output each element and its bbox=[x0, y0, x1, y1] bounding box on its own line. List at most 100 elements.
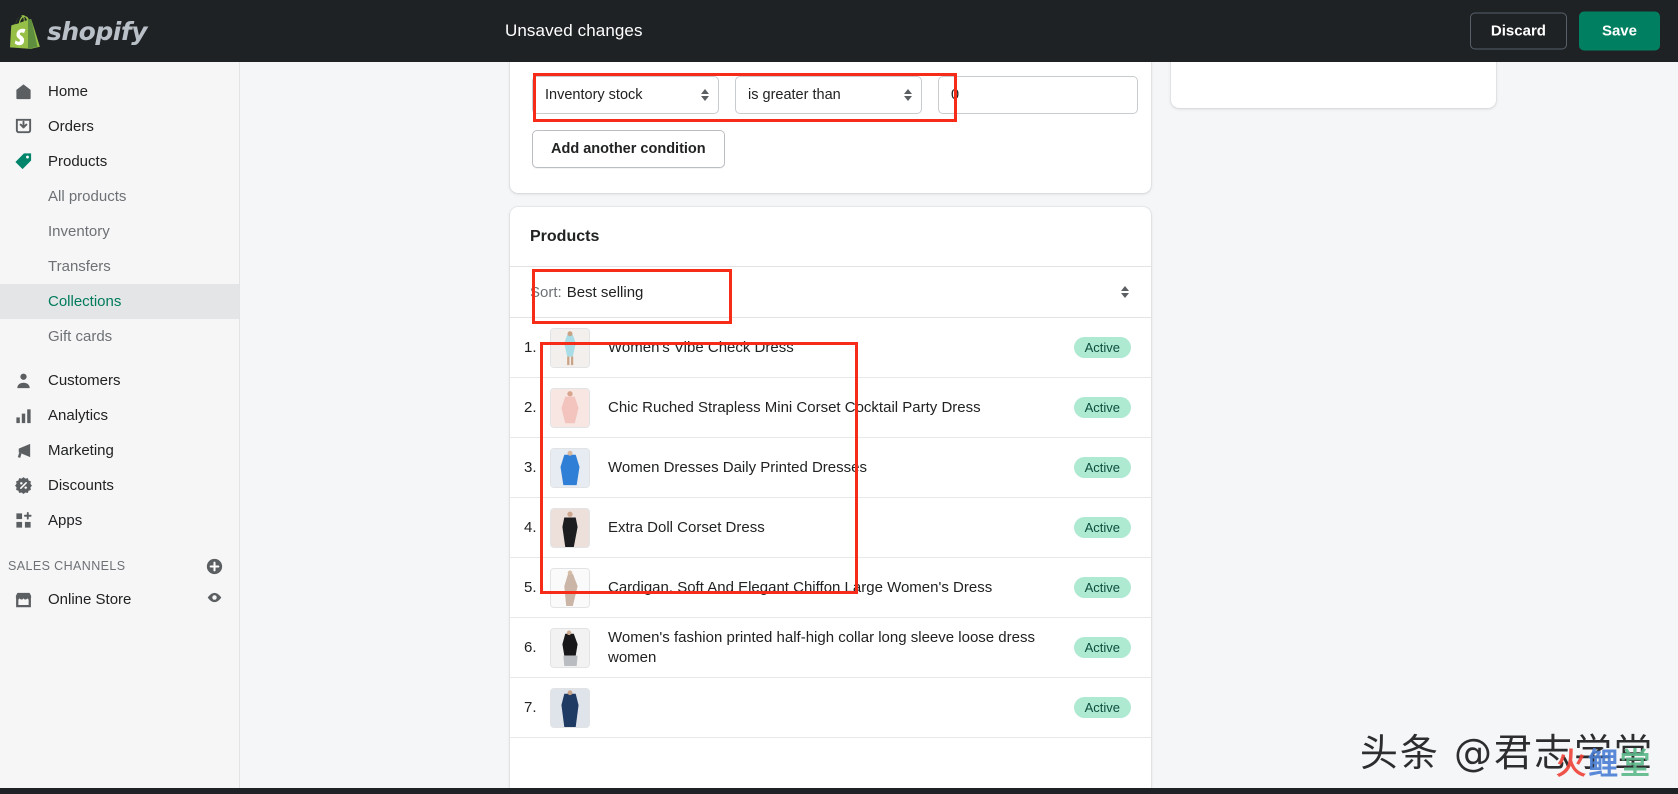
product-name: Cardigan, Soft And Elegant Chiffon Large… bbox=[608, 578, 993, 596]
chevron-updown-icon bbox=[1121, 286, 1129, 298]
table-row[interactable]: 3. Women Dresses Daily Printed Dresses A… bbox=[510, 438, 1151, 498]
sidebar-item-discounts[interactable]: Discounts bbox=[0, 468, 239, 503]
sidebar-item-transfers[interactable]: Transfers bbox=[0, 249, 239, 284]
bottom-strip bbox=[0, 788, 1678, 794]
row-index: 3. bbox=[524, 459, 537, 476]
table-row[interactable]: 1. Women's Vibe Check Dress Active bbox=[510, 318, 1151, 378]
discard-button[interactable]: Discard bbox=[1469, 12, 1567, 50]
sidebar-navigation: Home Orders Products All products Invent… bbox=[0, 62, 240, 794]
condition-amount-value: 0 bbox=[951, 87, 960, 103]
add-another-condition-button[interactable]: Add another condition bbox=[532, 130, 725, 168]
status-badge: Active bbox=[1073, 517, 1131, 538]
product-name: Chic Ruched Strapless Mini Corset Cockta… bbox=[608, 398, 981, 416]
sort-label: Sort: bbox=[530, 283, 562, 301]
sort-select[interactable]: Sort: Best selling bbox=[510, 266, 1151, 318]
chevron-updown-icon bbox=[904, 89, 912, 101]
top-bar: shopify Unsaved changes Discard Save bbox=[0, 0, 1678, 62]
sidebar-subitem-label: Collections bbox=[48, 293, 122, 310]
black-white-dress-thumb bbox=[550, 627, 590, 668]
sidebar-item-orders[interactable]: Orders bbox=[0, 109, 239, 144]
table-row[interactable]: 6. Women's fashion printed half-high col… bbox=[510, 618, 1151, 678]
table-row[interactable]: 7. Active bbox=[510, 678, 1151, 738]
condition-field-value: Inventory stock bbox=[545, 87, 643, 103]
main-content-area: Inventory stock is greater than 0 Add an… bbox=[241, 62, 1678, 794]
status-badge: Active bbox=[1073, 397, 1131, 418]
sidebar-item-apps[interactable]: Apps bbox=[0, 503, 239, 538]
apps-grid-icon bbox=[12, 510, 34, 532]
navy-dress-thumb bbox=[550, 687, 590, 728]
discount-badge-icon bbox=[12, 475, 34, 497]
row-index: 6. bbox=[524, 639, 537, 656]
status-badge: Active bbox=[1073, 457, 1131, 478]
row-index: 1. bbox=[524, 339, 537, 356]
sidebar-subitem-label: All products bbox=[48, 188, 127, 205]
sidebar-subitem-label: Gift cards bbox=[48, 328, 113, 345]
save-button[interactable]: Save bbox=[1578, 11, 1660, 51]
plus-circle-icon[interactable] bbox=[206, 558, 223, 575]
sidebar-item-label: Home bbox=[48, 83, 89, 100]
conditions-card: Inventory stock is greater than 0 Add an… bbox=[510, 62, 1151, 193]
sidebar-item-label: Marketing bbox=[48, 442, 114, 459]
products-card: Products Sort: Best selling 1. Women's V… bbox=[510, 207, 1151, 794]
status-badge: Active bbox=[1073, 577, 1131, 598]
product-name: Women's Vibe Check Dress bbox=[608, 338, 794, 356]
orders-icon bbox=[12, 116, 34, 138]
sidebar-item-label: Orders bbox=[48, 118, 94, 135]
megaphone-icon bbox=[12, 440, 34, 462]
topbar-actions: Discard Save bbox=[1469, 11, 1660, 51]
sidebar-item-label: Analytics bbox=[48, 407, 109, 424]
row-index: 5. bbox=[524, 579, 537, 596]
sidebar-item-home[interactable]: Home bbox=[0, 74, 239, 109]
home-icon bbox=[12, 81, 34, 103]
sidebar-channel-label: Online Store bbox=[48, 591, 132, 608]
shopify-bag-icon bbox=[10, 14, 40, 49]
status-badge: Active bbox=[1073, 337, 1131, 358]
table-row[interactable]: 4. Extra Doll Corset Dress Active bbox=[510, 498, 1151, 558]
products-tag-icon bbox=[12, 151, 34, 173]
blue-printed-dress-thumb bbox=[550, 447, 590, 488]
shopify-logo[interactable]: shopify bbox=[0, 14, 148, 49]
chevron-updown-icon bbox=[701, 89, 709, 101]
page-title: Products bbox=[530, 228, 600, 245]
light-blue-dress-thumb bbox=[550, 327, 590, 368]
sidebar-item-analytics[interactable]: Analytics bbox=[0, 398, 239, 433]
sidebar-item-inventory[interactable]: Inventory bbox=[0, 214, 239, 249]
product-name: Women Dresses Daily Printed Dresses bbox=[608, 458, 867, 476]
sales-channels-header: SALES CHANNELS bbox=[0, 550, 239, 582]
sidebar-item-collections[interactable]: Collections bbox=[0, 284, 239, 319]
table-row[interactable]: 2. Chic Ruched Strapless Mini Corset Coc… bbox=[510, 378, 1151, 438]
condition-field-select[interactable]: Inventory stock bbox=[532, 76, 719, 114]
table-row[interactable]: 5. Cardigan, Soft And Elegant Chiffon La… bbox=[510, 558, 1151, 618]
sidebar-item-marketing[interactable]: Marketing bbox=[0, 433, 239, 468]
unsaved-changes-title: Unsaved changes bbox=[505, 21, 643, 40]
black-corset-dress-thumb bbox=[550, 507, 590, 548]
row-index: 4. bbox=[524, 519, 537, 536]
sidebar-item-label: Apps bbox=[48, 512, 83, 529]
condition-operator-select[interactable]: is greater than bbox=[735, 76, 922, 114]
storefront-icon bbox=[12, 589, 34, 611]
shopify-wordmark: shopify bbox=[47, 16, 148, 46]
sidebar-item-gift-cards[interactable]: Gift cards bbox=[0, 319, 239, 354]
beige-cardigan-thumb bbox=[550, 567, 590, 608]
condition-amount-input[interactable]: 0 bbox=[938, 76, 1138, 114]
sidebar-subitem-label: Transfers bbox=[48, 258, 111, 275]
sidebar-subitem-label: Inventory bbox=[48, 223, 110, 240]
sidebar-item-label: Products bbox=[48, 153, 108, 170]
sidebar-item-online-store[interactable]: Online Store bbox=[0, 582, 239, 617]
sidebar-item-products[interactable]: Products bbox=[0, 144, 239, 179]
sort-value: Best selling bbox=[566, 283, 644, 301]
sidebar-item-label: Customers bbox=[48, 372, 121, 389]
sales-channels-label: SALES CHANNELS bbox=[8, 559, 126, 573]
status-badge: Active bbox=[1073, 637, 1131, 658]
product-name: Extra Doll Corset Dress bbox=[608, 518, 765, 536]
condition-row: Inventory stock is greater than 0 bbox=[532, 76, 1138, 114]
eye-icon[interactable] bbox=[206, 589, 223, 610]
row-index: 7. bbox=[524, 699, 537, 716]
sidebar-item-all-products[interactable]: All products bbox=[0, 179, 239, 214]
analytics-bars-icon bbox=[12, 405, 34, 427]
row-index: 2. bbox=[524, 399, 537, 416]
sidebar-item-label: Discounts bbox=[48, 477, 114, 494]
product-name: Women's fashion printed half-high collar… bbox=[608, 628, 1035, 666]
sidebar-item-customers[interactable]: Customers bbox=[0, 363, 239, 398]
